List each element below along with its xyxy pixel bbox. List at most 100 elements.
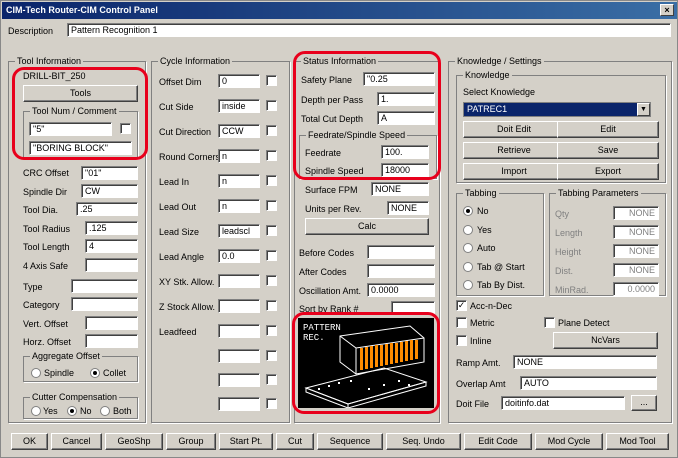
ramp-amt-input[interactable]: NONE bbox=[513, 355, 657, 369]
description-label: Description bbox=[8, 26, 54, 36]
tabbing-yes-radio[interactable] bbox=[463, 225, 473, 235]
tabbing-auto-radio[interactable] bbox=[463, 243, 473, 253]
round-corners-input[interactable]: n bbox=[218, 149, 260, 163]
cancel-button[interactable]: Cancel bbox=[51, 433, 102, 450]
lead-in-label: Lead In bbox=[159, 177, 190, 187]
cutter-both-radio[interactable] bbox=[100, 406, 110, 416]
cycle-extra-checkbox-1[interactable] bbox=[266, 350, 277, 361]
horz-offset-input[interactable] bbox=[85, 334, 138, 348]
doit-file-input[interactable]: doitinfo.dat bbox=[501, 396, 625, 410]
lead-in-checkbox[interactable] bbox=[266, 175, 277, 186]
metric-checkbox[interactable] bbox=[456, 317, 467, 328]
doit-file-label: Doit File bbox=[456, 399, 490, 409]
cycle-extra-checkbox-3[interactable] bbox=[266, 398, 277, 409]
vert-offset-input[interactable] bbox=[85, 316, 138, 330]
lead-out-input[interactable]: n bbox=[218, 199, 260, 213]
tab-length-input[interactable]: NONE bbox=[613, 225, 659, 239]
ok-button[interactable]: OK bbox=[11, 433, 48, 450]
collet-radio[interactable] bbox=[90, 368, 100, 378]
cut-button[interactable]: Cut bbox=[276, 433, 314, 450]
export-button[interactable]: Export bbox=[557, 163, 659, 180]
spindle-radio[interactable] bbox=[31, 368, 41, 378]
cycle-extra-checkbox-2[interactable] bbox=[266, 374, 277, 385]
plane-detect-checkbox[interactable] bbox=[544, 317, 555, 328]
cut-side-checkbox[interactable] bbox=[266, 100, 277, 111]
cut-direction-input[interactable]: CCW bbox=[218, 124, 260, 138]
cutter-yes-radio[interactable] bbox=[31, 406, 41, 416]
overlap-amt-input[interactable]: AUTO bbox=[520, 376, 657, 390]
before-codes-input[interactable] bbox=[367, 245, 435, 259]
save-button[interactable]: Save bbox=[557, 142, 659, 159]
round-corners-checkbox[interactable] bbox=[266, 150, 277, 161]
tab-height-input[interactable]: NONE bbox=[613, 244, 659, 258]
ncvars-button[interactable]: NcVars bbox=[553, 332, 658, 349]
oscillation-amt-input[interactable]: 0.0000 bbox=[367, 283, 435, 297]
tab-height-label: Height bbox=[555, 247, 582, 257]
after-codes-input[interactable] bbox=[367, 264, 435, 278]
leadfeed-input[interactable] bbox=[218, 324, 260, 338]
edit-button[interactable]: Edit bbox=[557, 121, 659, 138]
spindle-dir-input[interactable]: CW bbox=[81, 184, 138, 198]
inline-checkbox[interactable] bbox=[456, 335, 467, 346]
tool-radius-input[interactable]: .125 bbox=[85, 221, 138, 235]
offset-dim-input[interactable]: 0 bbox=[218, 74, 260, 88]
tab-dist-input[interactable]: NONE bbox=[613, 263, 659, 277]
tab-at-start-radio[interactable] bbox=[463, 262, 473, 272]
minrad-input[interactable]: 0.0000 bbox=[613, 282, 659, 296]
group-button[interactable]: Group bbox=[166, 433, 216, 450]
start-pt-button[interactable]: Start Pt. bbox=[219, 433, 273, 450]
z-stock-allow-checkbox[interactable] bbox=[266, 300, 277, 311]
lead-in-input[interactable]: n bbox=[218, 174, 260, 188]
mod-cycle-button[interactable]: Mod Cycle bbox=[535, 433, 603, 450]
import-button[interactable]: Import bbox=[463, 163, 565, 180]
crc-offset-input[interactable]: "01" bbox=[81, 166, 138, 180]
cut-direction-checkbox[interactable] bbox=[266, 125, 277, 136]
mod-tool-button[interactable]: Mod Tool bbox=[606, 433, 669, 450]
qty-input[interactable]: NONE bbox=[613, 206, 659, 220]
description-input[interactable]: Pattern Recognition 1 bbox=[67, 23, 671, 37]
control-panel-window: CIM-Tech Router-CIM Control Panel × Desc… bbox=[0, 0, 678, 458]
tabbing-no-radio[interactable] bbox=[463, 206, 473, 216]
type-input[interactable] bbox=[71, 279, 138, 293]
cycle-extra-input-3[interactable] bbox=[218, 397, 260, 411]
tabbing-parameters-title: Tabbing Parameters bbox=[556, 188, 641, 198]
plane-detect-label: Plane Detect bbox=[558, 318, 610, 328]
axis-safe-label: 4 Axis Safe bbox=[23, 261, 69, 271]
calc-button[interactable]: Calc bbox=[305, 218, 429, 235]
surface-fpm-input[interactable]: NONE bbox=[371, 182, 429, 196]
edit-code-button[interactable]: Edit Code bbox=[464, 433, 532, 450]
geoshp-button[interactable]: GeoShp bbox=[105, 433, 163, 450]
cutter-no-radio[interactable] bbox=[67, 406, 77, 416]
cycle-extra-input-1[interactable] bbox=[218, 349, 260, 363]
leadfeed-checkbox[interactable] bbox=[266, 325, 277, 336]
cycle-extra-input-2[interactable] bbox=[218, 373, 260, 387]
tool-dia-input[interactable]: .25 bbox=[76, 202, 138, 216]
seq-undo-button[interactable]: Seq. Undo bbox=[386, 433, 461, 450]
lead-angle-checkbox[interactable] bbox=[266, 250, 277, 261]
retrieve-button[interactable]: Retrieve bbox=[463, 142, 565, 159]
tab-by-dist-radio[interactable] bbox=[463, 280, 473, 290]
xy-stock-allow-input[interactable] bbox=[218, 274, 260, 288]
close-button[interactable]: × bbox=[660, 4, 674, 16]
sequence-button[interactable]: Sequence bbox=[317, 433, 383, 450]
lead-size-input[interactable]: leadscl bbox=[218, 224, 260, 238]
units-per-rev-input[interactable]: NONE bbox=[387, 201, 429, 215]
offset-dim-checkbox[interactable] bbox=[266, 75, 277, 86]
acc-n-dec-checkbox[interactable]: ✓ bbox=[456, 300, 467, 311]
xy-stock-allow-checkbox[interactable] bbox=[266, 275, 277, 286]
aggregate-offset-title: Aggregate Offset bbox=[30, 351, 102, 361]
knowledge-select[interactable]: PATREC1 ▼ bbox=[463, 102, 651, 117]
type-label: Type bbox=[23, 282, 43, 292]
doit-edit-button[interactable]: Doit Edit bbox=[463, 121, 565, 138]
lead-angle-input[interactable]: 0.0 bbox=[218, 249, 260, 263]
lead-out-checkbox[interactable] bbox=[266, 200, 277, 211]
axis-safe-input[interactable] bbox=[85, 258, 138, 272]
cut-side-input[interactable]: inside bbox=[218, 99, 260, 113]
chevron-down-icon[interactable]: ▼ bbox=[637, 103, 650, 116]
tool-length-input[interactable]: 4 bbox=[85, 239, 138, 253]
browse-doit-file-button[interactable]: ... bbox=[631, 395, 657, 411]
surface-fpm-label: Surface FPM bbox=[305, 185, 358, 195]
z-stock-allow-input[interactable] bbox=[218, 299, 260, 313]
category-input[interactable] bbox=[71, 297, 138, 311]
lead-size-checkbox[interactable] bbox=[266, 225, 277, 236]
